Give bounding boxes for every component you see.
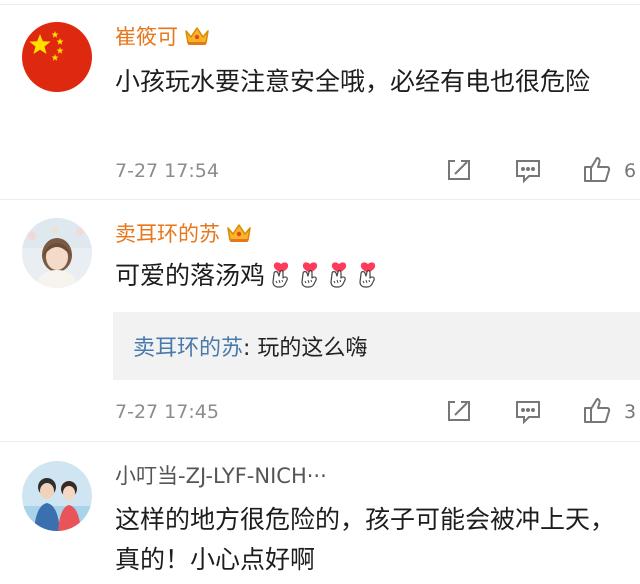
hand-heart-emoji-icon xyxy=(326,260,352,300)
comment-username[interactable]: 小叮当-ZJ-LYF-NICH··· xyxy=(115,463,327,489)
like-icon[interactable] xyxy=(582,396,611,424)
hand-heart-emoji-icon xyxy=(297,260,323,300)
reply-author[interactable]: 卖耳环的苏 xyxy=(133,336,243,361)
comment-icon[interactable] xyxy=(514,157,542,185)
like-icon[interactable] xyxy=(582,155,611,183)
china-flag-avatar[interactable] xyxy=(22,22,92,92)
comment-username[interactable]: 卖耳环的苏 xyxy=(115,221,252,250)
comment-divider xyxy=(0,199,640,200)
share-icon[interactable] xyxy=(445,157,473,185)
comment-timestamp: 7-27 17:54 xyxy=(115,160,219,182)
comment-divider xyxy=(0,441,640,442)
comment-timestamp: 7-27 17:45 xyxy=(115,401,219,423)
reply-text: 玩的这么嗨 xyxy=(257,336,368,361)
girl-photo-avatar[interactable] xyxy=(22,218,92,288)
comment-username[interactable]: 崔筱可 xyxy=(115,24,210,53)
like-count: 6 xyxy=(624,160,637,182)
crown-badge-icon xyxy=(226,222,252,250)
reply-box[interactable]: 卖耳环的苏: 玩的这么嗨 xyxy=(113,312,640,380)
comment-text: 这样的地方很危险的，孩子可能会被冲上天，真的！小心点好啊 xyxy=(115,505,616,574)
hand-heart-emoji-icon xyxy=(355,260,381,300)
reply-separator: : xyxy=(243,336,258,361)
reply-line: 卖耳环的苏: 玩的这么嗨 xyxy=(133,330,367,362)
couple-photo-avatar[interactable] xyxy=(22,461,92,531)
crown-badge-icon xyxy=(184,25,210,53)
like-count: 3 xyxy=(624,401,637,423)
emoji-row xyxy=(265,261,381,290)
comment-text: 小孩玩水要注意安全哦，必经有电也很危险 xyxy=(115,67,591,96)
top-divider xyxy=(0,4,640,5)
comment-text: 可爱的落汤鸡 xyxy=(115,256,630,300)
hand-heart-emoji-icon xyxy=(268,260,294,300)
share-icon[interactable] xyxy=(445,398,473,426)
comment-icon[interactable] xyxy=(514,398,542,426)
